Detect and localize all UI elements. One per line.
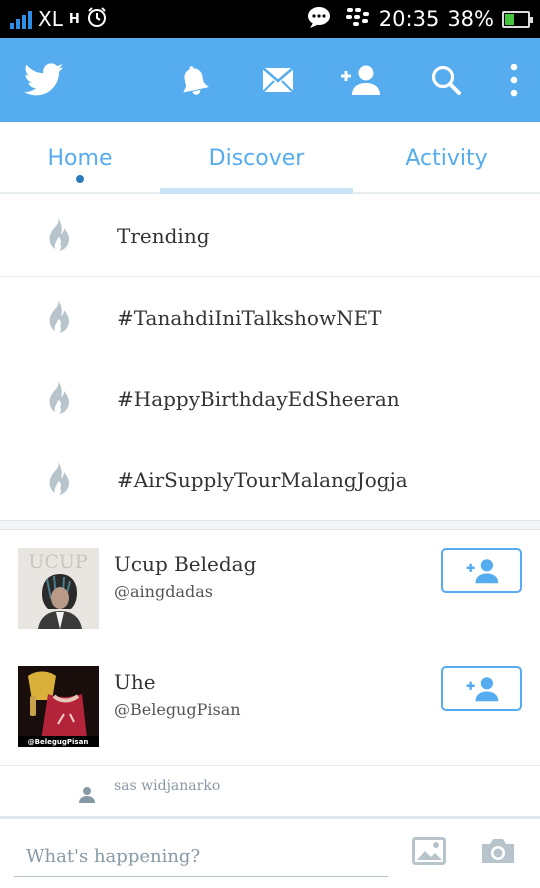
network-type: H [68, 11, 80, 27]
trend-item[interactable]: #HappyBirthdayEdSheeran [0, 358, 540, 439]
camera-icon[interactable] [480, 837, 516, 869]
flame-icon [44, 380, 74, 420]
action-bar [0, 38, 540, 122]
user-suggestion[interactable]: UCUP Ucup Beledag @aingdadas [0, 530, 540, 648]
tab-bar: Home Discover Activity [0, 122, 540, 194]
tab-activity-label: Activity [405, 145, 488, 171]
tab-home[interactable]: Home [0, 122, 160, 194]
clock: 20:35 [378, 7, 440, 31]
section-separator [0, 520, 540, 530]
add-user-icon[interactable] [336, 38, 384, 122]
battery-icon [502, 10, 533, 28]
search-icon[interactable] [424, 38, 468, 122]
carrier-name: XL [38, 7, 63, 31]
trend-item[interactable]: #TanahdiIniTalkshowNET [0, 277, 540, 358]
bell-icon[interactable] [172, 38, 216, 122]
flame-icon [44, 217, 74, 257]
compose-input[interactable] [14, 837, 388, 877]
user-handle: @BelegugPisan [114, 700, 241, 719]
tab-discover-label: Discover [208, 145, 305, 171]
avatar[interactable]: UCUP [18, 548, 99, 629]
overflow-menu-icon[interactable] [500, 38, 528, 122]
envelope-icon[interactable] [256, 38, 300, 122]
trend-hashtag: #AirSupplyTourMalangJogja [117, 467, 408, 492]
user-name: sas widjanarko [114, 778, 221, 794]
trending-title: Trending [117, 223, 210, 248]
status-bar: XL H 20:35 38% [0, 0, 540, 38]
trend-item[interactable]: #AirSupplyTourMalangJogja [0, 439, 540, 520]
bbm-icon [307, 5, 337, 33]
signal-strength-icon [10, 9, 32, 29]
user-suggestion[interactable]: @BelegugPisan Uhe @BelegugPisan [0, 648, 540, 766]
tab-activity[interactable]: Activity [353, 122, 540, 194]
avatar-text: UCUP [28, 551, 88, 573]
alarm-icon [86, 6, 108, 32]
flame-icon [44, 461, 74, 501]
battery-percent: 38% [447, 7, 494, 31]
trending-header[interactable]: Trending [0, 195, 540, 276]
add-user-icon [466, 676, 498, 701]
person-icon [78, 786, 96, 808]
blackberry-icon [345, 6, 371, 32]
status-left: XL H [10, 0, 108, 38]
avatar[interactable]: @BelegugPisan [18, 666, 99, 747]
twitter-bird-icon[interactable] [22, 38, 66, 122]
user-name[interactable]: Uhe [114, 670, 156, 694]
flame-icon [44, 299, 74, 339]
user-suggestion-partial[interactable]: sas widjanarko [0, 766, 540, 816]
trend-hashtag: #TanahdiIniTalkshowNET [117, 305, 382, 330]
active-tab-indicator [160, 188, 353, 194]
user-handle: @aingdadas [114, 582, 213, 601]
tweet-composer [0, 816, 540, 888]
trend-hashtag: #HappyBirthdayEdSheeran [117, 386, 400, 411]
tab-home-label: Home [47, 145, 113, 171]
avatar-text: @BelegugPisan [28, 738, 89, 746]
image-icon[interactable] [412, 837, 446, 869]
follow-button[interactable] [441, 666, 522, 711]
tab-discover[interactable]: Discover [160, 122, 353, 194]
user-name[interactable]: Ucup Beledag [114, 552, 256, 576]
unread-indicator [76, 175, 84, 183]
follow-button[interactable] [441, 548, 522, 593]
status-right: 20:35 38% [307, 0, 533, 38]
add-user-icon [466, 558, 498, 583]
